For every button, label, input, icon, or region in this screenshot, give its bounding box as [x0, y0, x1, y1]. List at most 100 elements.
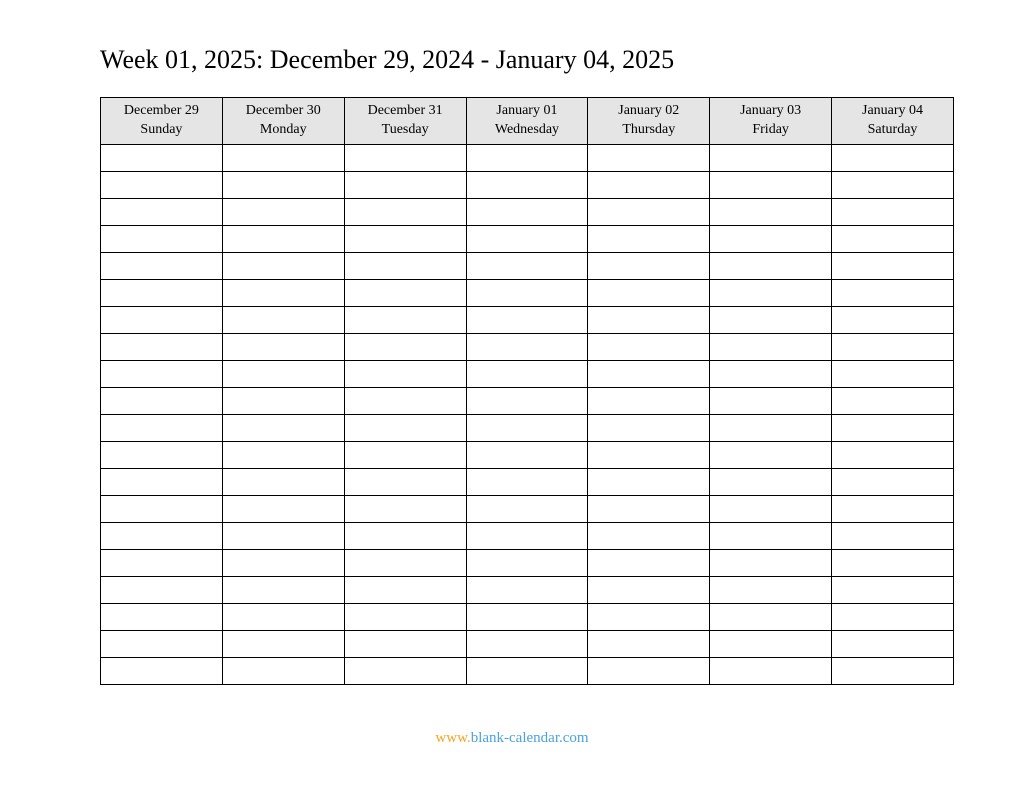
calendar-cell: [710, 144, 832, 171]
calendar-cell: [222, 360, 344, 387]
calendar-cell: [344, 360, 466, 387]
calendar-cell: [101, 252, 223, 279]
calendar-cell: [222, 171, 344, 198]
table-row: [101, 360, 954, 387]
calendar-cell: [466, 495, 588, 522]
calendar-cell: [466, 630, 588, 657]
col-date: December 31: [347, 102, 464, 121]
calendar-cell: [588, 225, 710, 252]
calendar-cell: [832, 252, 954, 279]
col-date: December 30: [225, 102, 342, 121]
calendar-cell: [101, 333, 223, 360]
calendar-cell: [101, 306, 223, 333]
calendar-cell: [101, 414, 223, 441]
calendar-cell: [466, 387, 588, 414]
calendar-cell: [344, 144, 466, 171]
calendar-cell: [344, 522, 466, 549]
calendar-cell: [588, 360, 710, 387]
calendar-cell: [466, 306, 588, 333]
col-date: January 03: [712, 102, 829, 121]
calendar-cell: [344, 333, 466, 360]
calendar-cell: [466, 333, 588, 360]
calendar-cell: [466, 657, 588, 684]
calendar-cell: [344, 468, 466, 495]
calendar-cell: [344, 441, 466, 468]
calendar-cell: [222, 279, 344, 306]
calendar-cell: [101, 495, 223, 522]
calendar-cell: [101, 171, 223, 198]
calendar-cell: [832, 279, 954, 306]
calendar-cell: [222, 630, 344, 657]
calendar-cell: [710, 333, 832, 360]
calendar-cell: [344, 252, 466, 279]
calendar-cell: [344, 225, 466, 252]
calendar-cell: [222, 603, 344, 630]
footer-www: www.: [435, 730, 470, 746]
calendar-cell: [466, 225, 588, 252]
calendar-cell: [588, 171, 710, 198]
calendar-cell: [466, 522, 588, 549]
footer-link: www.blank-calendar.com: [0, 730, 1024, 747]
table-row: [101, 279, 954, 306]
calendar-cell: [710, 279, 832, 306]
calendar-cell: [222, 414, 344, 441]
table-row: [101, 225, 954, 252]
calendar-cell: [344, 576, 466, 603]
calendar-cell: [101, 603, 223, 630]
table-row: [101, 576, 954, 603]
calendar-cell: [344, 306, 466, 333]
calendar-cell: [101, 657, 223, 684]
calendar-cell: [222, 549, 344, 576]
calendar-cell: [710, 441, 832, 468]
col-header-thursday: January 02 Thursday: [588, 98, 710, 145]
col-date: January 02: [590, 102, 707, 121]
calendar-cell: [710, 252, 832, 279]
calendar-cell: [588, 468, 710, 495]
calendar-cell: [710, 522, 832, 549]
calendar-cell: [710, 468, 832, 495]
calendar-cell: [710, 630, 832, 657]
calendar-cell: [832, 603, 954, 630]
calendar-cell: [101, 144, 223, 171]
calendar-cell: [222, 144, 344, 171]
page-title: Week 01, 2025: December 29, 2024 - Janua…: [100, 45, 954, 75]
calendar-cell: [588, 522, 710, 549]
calendar-cell: [832, 549, 954, 576]
footer-domain: blank-calendar.com: [471, 730, 589, 746]
calendar-cell: [832, 522, 954, 549]
table-row: [101, 522, 954, 549]
table-row: [101, 198, 954, 225]
calendar-cell: [832, 144, 954, 171]
calendar-cell: [222, 306, 344, 333]
calendar-cell: [832, 495, 954, 522]
calendar-cell: [588, 630, 710, 657]
col-day: Friday: [712, 121, 829, 140]
calendar-cell: [344, 603, 466, 630]
calendar-cell: [710, 549, 832, 576]
calendar-page: Week 01, 2025: December 29, 2024 - Janua…: [0, 0, 1024, 705]
calendar-cell: [344, 279, 466, 306]
col-header-wednesday: January 01 Wednesday: [466, 98, 588, 145]
calendar-cell: [344, 387, 466, 414]
calendar-cell: [832, 468, 954, 495]
calendar-cell: [466, 414, 588, 441]
calendar-cell: [832, 171, 954, 198]
header-row: December 29 Sunday December 30 Monday De…: [101, 98, 954, 145]
calendar-cell: [344, 171, 466, 198]
weekly-calendar-table: December 29 Sunday December 30 Monday De…: [100, 97, 954, 685]
calendar-cell: [101, 225, 223, 252]
calendar-cell: [344, 198, 466, 225]
calendar-cell: [101, 549, 223, 576]
table-row: [101, 630, 954, 657]
calendar-cell: [710, 171, 832, 198]
calendar-cell: [710, 360, 832, 387]
col-date: December 29: [103, 102, 220, 121]
calendar-cell: [710, 576, 832, 603]
calendar-cell: [222, 333, 344, 360]
col-header-saturday: January 04 Saturday: [832, 98, 954, 145]
calendar-cell: [832, 360, 954, 387]
calendar-cell: [832, 630, 954, 657]
table-row: [101, 549, 954, 576]
table-body: [101, 144, 954, 684]
col-header-tuesday: December 31 Tuesday: [344, 98, 466, 145]
